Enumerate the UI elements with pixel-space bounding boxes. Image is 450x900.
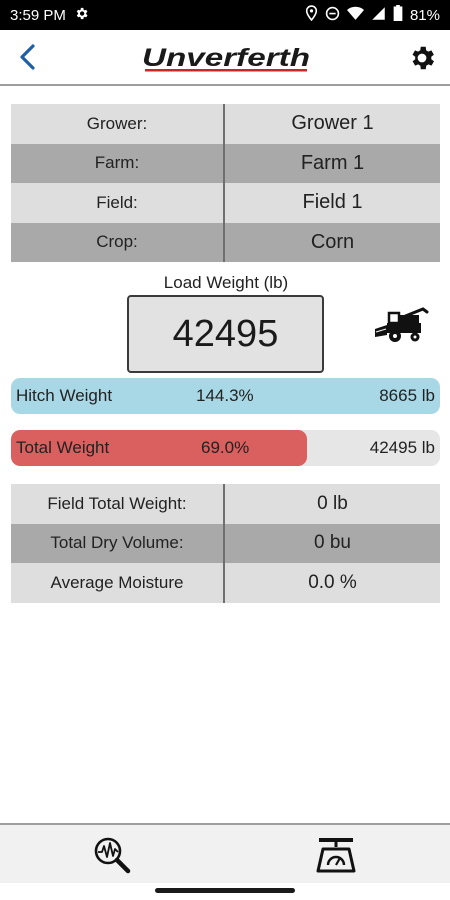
status-bar: 3:59 PM 81% [0,0,450,30]
hitch-weight-label: Hitch Weight [16,386,113,405]
job-info-table: Grower: Grower 1 Farm: Farm 1 Field: Fie… [11,104,440,262]
total-weight-percent: 69.0% [201,438,250,457]
location-icon [305,5,318,25]
moisture-search-button[interactable] [90,833,134,877]
hitch-weight-percent: 144.3% [196,386,254,405]
bottom-nav [0,823,450,883]
grower-row[interactable]: Grower: Grower 1 [11,104,440,144]
grower-label: Grower: [11,104,225,144]
hitch-weight-bar: Hitch Weight 144.3% 8665 lb [11,378,440,414]
signal-icon [371,6,386,25]
average-moisture-label: Average Moisture [11,563,225,603]
field-row[interactable]: Field: Field 1 [11,183,440,223]
crop-row[interactable]: Crop: Corn [11,222,440,262]
field-label: Field: [11,183,225,223]
total-dry-volume-label: Total Dry Volume: [11,523,225,563]
total-weight-label: Total Weight [16,438,110,457]
load-weight-display: 42495 [127,295,324,373]
average-moisture-row: Average Moisture 0.0 % [11,563,440,603]
app-header: Unverferth [0,30,450,86]
farm-label: Farm: [11,143,225,183]
farm-row[interactable]: Farm: Farm 1 [11,143,440,183]
crop-label: Crop: [11,222,225,262]
status-time: 3:59 PM [10,6,66,24]
farm-value: Farm 1 [300,151,365,174]
chevron-left-icon [20,44,35,70]
logo-text: Unverferth [142,44,310,72]
total-dry-volume-value: 0 bu [314,532,351,554]
total-dry-volume-row: Total Dry Volume: 0 bu [11,523,440,563]
hitch-weight-value: 8665 lb [379,386,435,405]
home-indicator[interactable] [155,888,295,893]
load-weight-label: Load Weight (lb) [163,273,289,292]
battery-percent: 81% [409,6,440,24]
scale-icon [316,838,356,873]
field-total-weight-label: Field Total Weight: [11,484,225,524]
gear-icon [412,46,434,70]
moisture-search-icon [94,837,131,874]
do-not-disturb-icon [325,6,340,25]
total-weight-bar: Total Weight 69.0% 42495 lb [11,430,440,466]
field-total-weight-value: 0 lb [317,492,348,514]
grower-value: Grower 1 [291,112,374,135]
field-total-weight-row: Field Total Weight: 0 lb [11,484,440,524]
status-right: 81% [305,5,440,25]
crop-value: Corn [310,230,355,253]
combine-harvester-icon[interactable] [373,305,429,345]
average-moisture-value: 0.0 % [308,571,357,593]
battery-icon [393,5,403,25]
scale-button[interactable] [314,833,358,877]
field-value: Field 1 [302,191,363,214]
wifi-icon [346,6,364,25]
back-button[interactable] [10,40,44,74]
settings-icon [74,6,89,25]
total-weight-value: 42495 lb [369,438,435,457]
unverferth-logo: Unverferth [142,44,314,74]
settings-button[interactable] [404,40,440,76]
status-left: 3:59 PM [10,6,89,25]
field-totals-table: Field Total Weight: 0 lb Total Dry Volum… [11,484,440,603]
